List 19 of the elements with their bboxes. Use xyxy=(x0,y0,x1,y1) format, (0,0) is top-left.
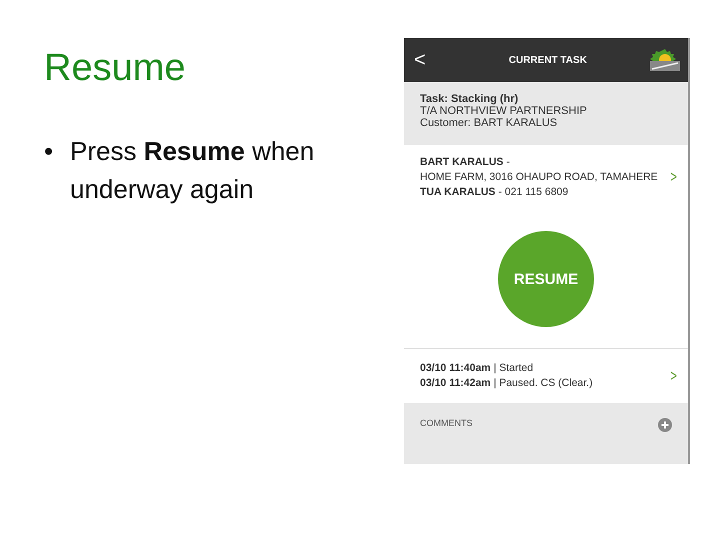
resume-button[interactable]: RESUME xyxy=(498,231,594,327)
back-button[interactable]: < xyxy=(414,48,426,72)
event-line: 03/10 11:40am | Started xyxy=(420,361,534,376)
bullet-text: Press Resume when underway again xyxy=(70,135,316,206)
slide-title: Resume xyxy=(44,46,186,91)
event-line: 03/10 11:42am | Paused. CS (Clear.) xyxy=(420,376,594,391)
contact-line: BART KARALUS - xyxy=(420,155,511,170)
bullet-marker: • xyxy=(44,135,54,168)
contact-line: HOME FARM, 3016 OHAUPO ROAD, TAMAHERE xyxy=(420,170,659,185)
gear-road-logo-icon xyxy=(650,47,680,73)
task-name: Task: Stacking (hr) xyxy=(420,93,520,105)
task-detail: Customer: BART KARALUS xyxy=(420,117,558,129)
chevron-icon[interactable]: > xyxy=(670,368,677,384)
screen-title: CURRENT TASK xyxy=(508,54,588,66)
add-icon[interactable] xyxy=(658,418,672,432)
contact-line: TUA KARALUS - 021 115 6809 xyxy=(420,185,570,200)
task-detail: T/A NORTHVIEW PARTNERSHIP xyxy=(420,105,588,117)
comments-label: COMMENTS xyxy=(420,418,472,428)
chevron-icon[interactable]: > xyxy=(670,170,677,185)
